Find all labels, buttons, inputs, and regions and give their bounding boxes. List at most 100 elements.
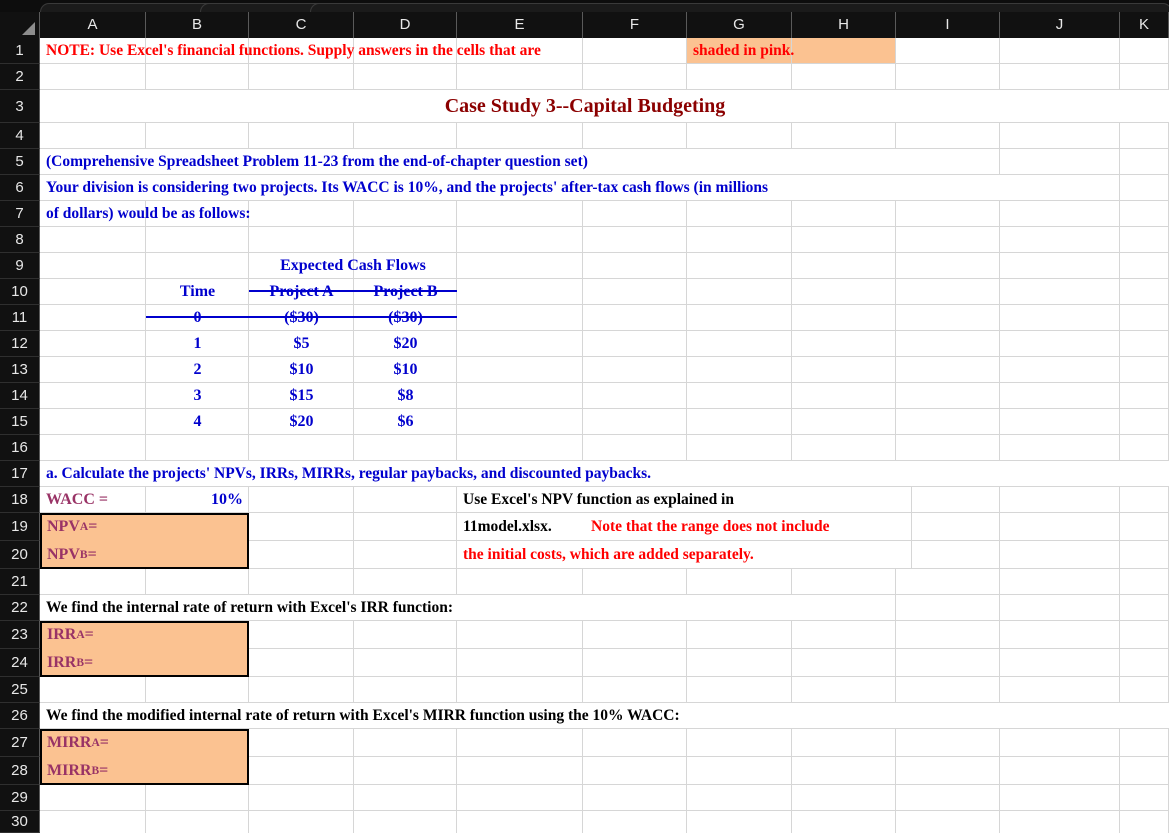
row-header-1[interactable]: 1 <box>0 38 40 64</box>
cell-a10[interactable] <box>40 279 146 305</box>
cell-h4[interactable] <box>792 123 896 149</box>
cell-c4[interactable] <box>249 123 354 149</box>
cell-c18[interactable] <box>249 487 354 513</box>
cell-i12[interactable] <box>896 331 1000 357</box>
cell-k28[interactable] <box>1120 757 1169 785</box>
cell-e4[interactable] <box>457 123 583 149</box>
cell-d21[interactable] <box>354 569 457 595</box>
cell-i27[interactable] <box>896 729 1000 757</box>
cell-j14[interactable] <box>1000 383 1120 409</box>
cell-k19[interactable] <box>1120 513 1169 541</box>
cell-c16[interactable] <box>249 435 354 461</box>
cell-g8[interactable] <box>687 227 792 253</box>
cell-h12[interactable] <box>792 331 896 357</box>
cell-j11[interactable] <box>1000 305 1120 331</box>
cell-f9[interactable] <box>583 253 687 279</box>
cell-g28[interactable] <box>687 757 792 785</box>
cell-h25[interactable] <box>792 677 896 703</box>
cell-e25[interactable] <box>457 677 583 703</box>
cell-e13[interactable] <box>457 357 583 383</box>
cell-b4[interactable] <box>146 123 249 149</box>
cell-k11[interactable] <box>1120 305 1169 331</box>
cell-h27[interactable] <box>792 729 896 757</box>
cell-f7[interactable] <box>583 201 687 227</box>
cell-f10[interactable] <box>583 279 687 305</box>
cell-g23[interactable] <box>687 621 792 649</box>
cell-d28[interactable] <box>354 757 457 785</box>
cell-k9[interactable] <box>1120 253 1169 279</box>
cell-h30[interactable] <box>792 811 896 833</box>
cell-g11[interactable] <box>687 305 792 331</box>
row-header-26[interactable]: 26 <box>0 703 40 729</box>
cell-j12[interactable] <box>1000 331 1120 357</box>
cell-g12[interactable] <box>687 331 792 357</box>
cell-g21[interactable] <box>687 569 792 595</box>
cell-d23[interactable] <box>354 621 457 649</box>
cell-j8[interactable] <box>1000 227 1120 253</box>
cell-j24[interactable] <box>1000 649 1120 677</box>
cell-k5[interactable] <box>1120 149 1169 175</box>
cell-a8[interactable] <box>40 227 146 253</box>
column-header-h[interactable]: H <box>792 12 896 38</box>
cell-f2[interactable] <box>583 64 687 90</box>
cell-g9[interactable] <box>687 253 792 279</box>
cell-e11[interactable] <box>457 305 583 331</box>
cell-k1[interactable] <box>1120 38 1169 64</box>
cell-c8[interactable] <box>249 227 354 253</box>
cell-f21[interactable] <box>583 569 687 595</box>
cell-c23[interactable] <box>249 621 354 649</box>
row-header-2[interactable]: 2 <box>0 64 40 90</box>
cell-f4[interactable] <box>583 123 687 149</box>
cell-h7[interactable] <box>792 201 896 227</box>
cell-k22[interactable] <box>1120 595 1169 621</box>
cell-j1[interactable] <box>1000 38 1120 64</box>
cell-d29[interactable] <box>354 785 457 811</box>
cell-i10[interactable] <box>896 279 1000 305</box>
cell-j30[interactable] <box>1000 811 1120 833</box>
cell-a21[interactable] <box>40 569 146 595</box>
cell-h23[interactable] <box>792 621 896 649</box>
cell-f27[interactable] <box>583 729 687 757</box>
cell-j27[interactable] <box>1000 729 1120 757</box>
cell-g15[interactable] <box>687 409 792 435</box>
cell-j19[interactable] <box>1000 513 1120 541</box>
cell-d18[interactable] <box>354 487 457 513</box>
cell-j10[interactable] <box>1000 279 1120 305</box>
cell-j15[interactable] <box>1000 409 1120 435</box>
column-header-e[interactable]: E <box>457 12 583 38</box>
cell-h10[interactable] <box>792 279 896 305</box>
row-header-19[interactable]: 19 <box>0 513 40 541</box>
cell-i4[interactable] <box>896 123 1000 149</box>
cell-g10[interactable] <box>687 279 792 305</box>
cell-g25[interactable] <box>687 677 792 703</box>
cell-g4[interactable] <box>687 123 792 149</box>
cell-b8[interactable] <box>146 227 249 253</box>
cell-i2[interactable] <box>896 64 1000 90</box>
row-header-27[interactable]: 27 <box>0 729 40 757</box>
cell-a13[interactable] <box>40 357 146 383</box>
column-header-f[interactable]: F <box>583 12 687 38</box>
cell-f24[interactable] <box>583 649 687 677</box>
cell-a29[interactable] <box>40 785 146 811</box>
column-header-b[interactable]: B <box>146 12 249 38</box>
cell-e12[interactable] <box>457 331 583 357</box>
cell-c19[interactable] <box>249 513 354 541</box>
cell-k23[interactable] <box>1120 621 1169 649</box>
select-all-corner[interactable] <box>0 12 40 38</box>
cell-g24[interactable] <box>687 649 792 677</box>
row-header-6[interactable]: 6 <box>0 175 40 201</box>
cell-f15[interactable] <box>583 409 687 435</box>
cell-b29[interactable] <box>146 785 249 811</box>
row-header-15[interactable]: 15 <box>0 409 40 435</box>
cell-h21[interactable] <box>792 569 896 595</box>
row-header-5[interactable]: 5 <box>0 149 40 175</box>
cell-d25[interactable] <box>354 677 457 703</box>
cell-i8[interactable] <box>896 227 1000 253</box>
cell-i24[interactable] <box>896 649 1000 677</box>
cell-k4[interactable] <box>1120 123 1169 149</box>
cell-k8[interactable] <box>1120 227 1169 253</box>
cell-d30[interactable] <box>354 811 457 833</box>
cell-a2[interactable] <box>40 64 146 90</box>
cell-a11[interactable] <box>40 305 146 331</box>
cell-k2[interactable] <box>1120 64 1169 90</box>
